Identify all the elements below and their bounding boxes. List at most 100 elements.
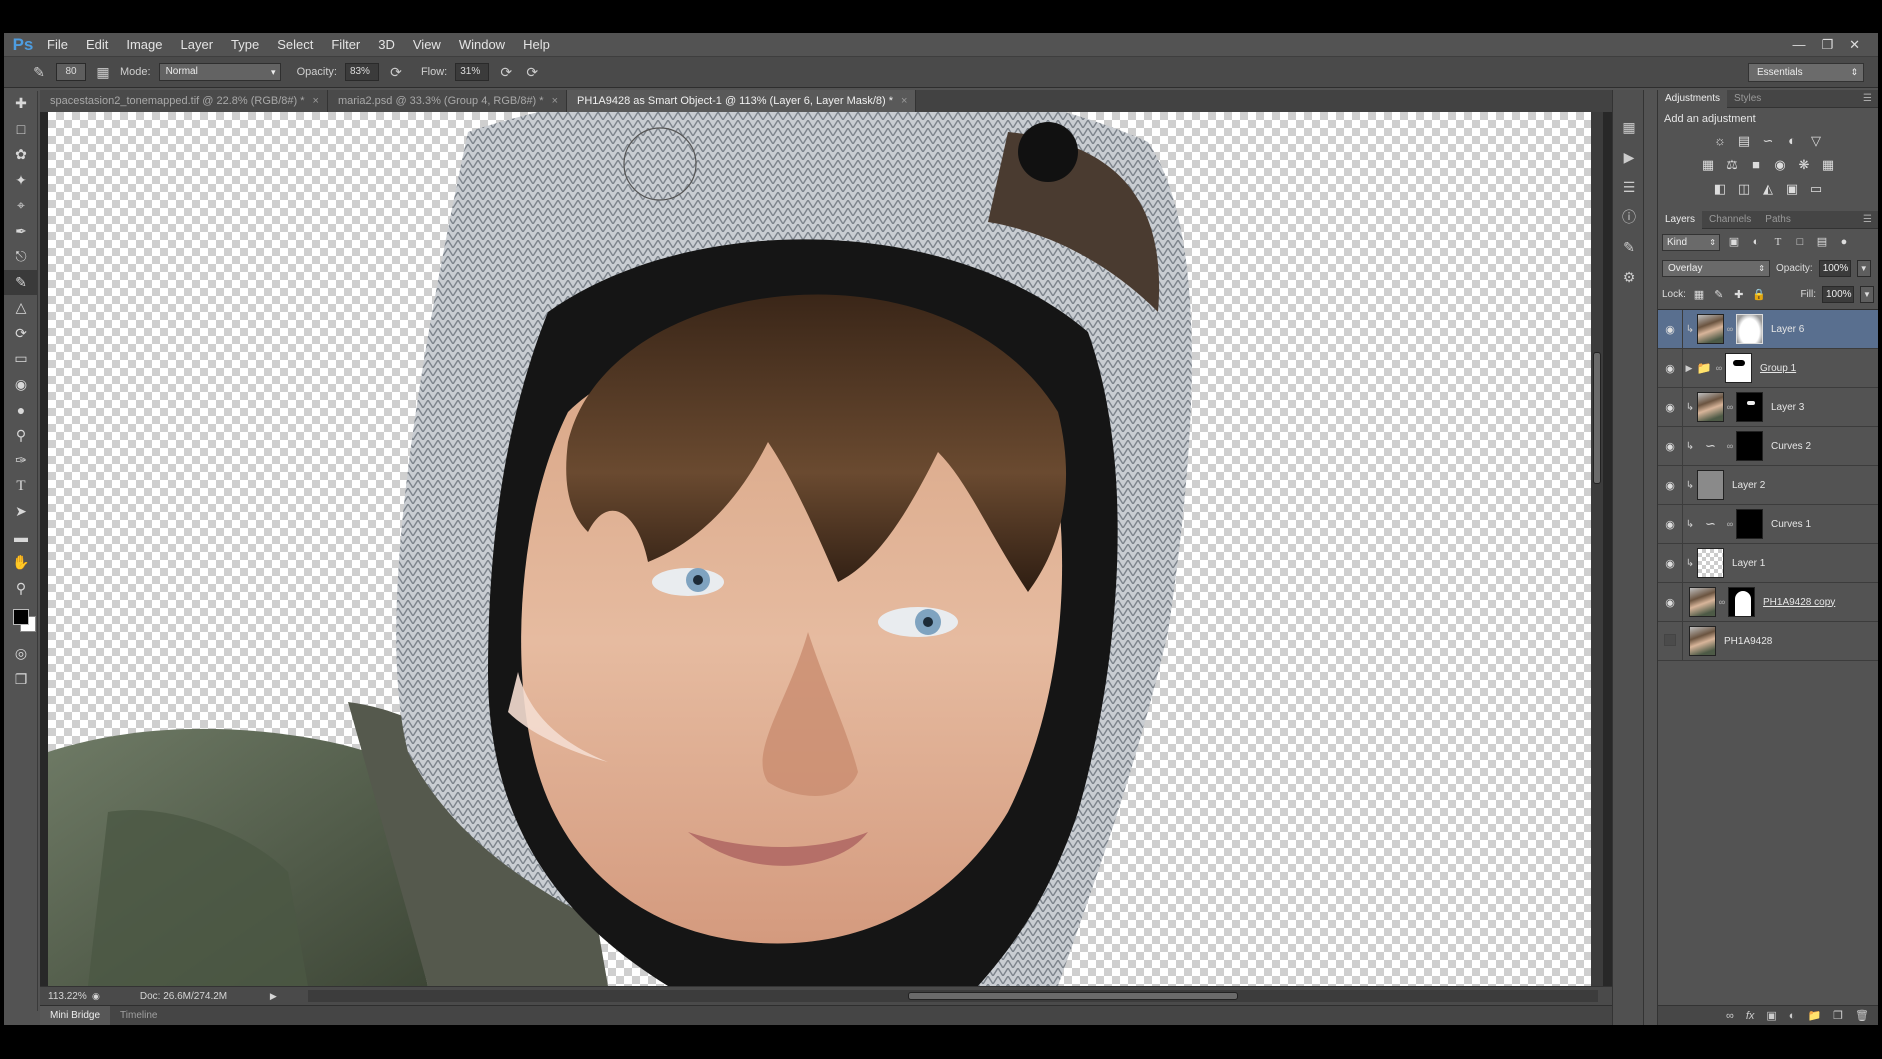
quick-mask-icon[interactable]: ◎ [4, 641, 38, 667]
tab-layers[interactable]: Layers [1658, 210, 1703, 229]
eye-icon[interactable]: ◉ [1658, 362, 1682, 375]
expand-arrow-icon[interactable]: ▶ [1683, 363, 1695, 374]
eraser-icon[interactable]: ▭ [4, 346, 38, 372]
delete-layer-icon[interactable]: 🗑 [1855, 1009, 1869, 1022]
filter-shape-icon[interactable]: □ [1792, 234, 1808, 250]
channel-mixer-icon[interactable]: ❋ [1795, 156, 1813, 174]
filter-toggle-icon[interactable]: ● [1836, 234, 1852, 250]
add-mask-icon[interactable]: ▣ [1766, 1009, 1776, 1022]
layer-name[interactable]: Layer 3 [1771, 402, 1804, 413]
hand-tool-icon[interactable]: ✋ [4, 550, 38, 576]
pressure-size-icon[interactable]: ⟳ [523, 63, 541, 81]
layer-row-layer-3[interactable]: ◉ ↳ ∞ Layer 3 [1658, 387, 1878, 427]
lasso-tool-icon[interactable]: ✿ [4, 142, 38, 168]
brush-panel-icon[interactable]: ▦ [94, 63, 112, 81]
layer-mask-thumbnail[interactable] [1725, 353, 1752, 383]
photo-filter-icon[interactable]: ◉ [1771, 156, 1789, 174]
menu-edit[interactable]: Edit [77, 33, 117, 56]
brush-presets-icon[interactable]: ✎ [1613, 232, 1645, 262]
restore-icon[interactable]: ❐ [1821, 37, 1833, 53]
curves-icon[interactable]: ∽ [1759, 132, 1777, 150]
layer-row-group-1[interactable]: ◉ ▶ 📁 ∞ Group 1 [1658, 348, 1878, 388]
tab-ph1a9428[interactable]: PH1A9428 as Smart Object-1 @ 113% (Layer… [567, 90, 917, 112]
vertical-scroll-thumb[interactable] [1593, 352, 1601, 484]
lock-pixels-icon[interactable]: ✎ [1712, 288, 1726, 301]
link-icon[interactable]: ∞ [1724, 324, 1736, 334]
type-tool-icon[interactable]: T [4, 474, 38, 500]
history-icon[interactable]: ▦ [1613, 112, 1645, 142]
tab-maria2[interactable]: maria2.psd @ 33.3% (Group 4, RGB/8#) * × [327, 90, 567, 112]
layer-name[interactable]: Layer 1 [1732, 558, 1765, 569]
invert-icon[interactable]: ◧ [1711, 180, 1729, 198]
horizontal-scrollbar[interactable] [308, 990, 1598, 1002]
crop-tool-icon[interactable]: ⌖ [4, 193, 38, 219]
link-icon[interactable]: ∞ [1716, 597, 1728, 607]
layer-row-curves-1[interactable]: ◉ ↳ ∽ ∞ Curves 1 [1658, 504, 1878, 544]
eye-icon[interactable]: ◉ [1658, 518, 1682, 531]
pressure-opacity-icon[interactable]: ⟳ [387, 63, 405, 81]
history-brush-icon[interactable]: ⟳ [4, 321, 38, 347]
eye-icon[interactable]: ◉ [1658, 479, 1682, 492]
visibility-toggle[interactable] [1658, 634, 1682, 649]
mode-dropdown[interactable]: Normal [158, 63, 281, 81]
tab-paths[interactable]: Paths [1758, 211, 1798, 229]
tool-presets-icon[interactable]: ⚙ [1613, 262, 1645, 292]
new-group-icon[interactable]: 📁 [1807, 1009, 1821, 1022]
menu-3d[interactable]: 3D [369, 33, 404, 56]
marquee-tool-icon[interactable]: □ [4, 117, 38, 143]
layer-mask-thumbnail[interactable] [1736, 392, 1763, 422]
filter-smart-object-icon[interactable]: ▤ [1814, 234, 1830, 250]
workspace-switcher[interactable]: Essentials [1748, 63, 1864, 82]
layer-mask-thumbnail[interactable] [1736, 314, 1763, 344]
zoom-level[interactable]: 113.22% [40, 991, 92, 1002]
actions-play-icon[interactable]: ▶ [1613, 142, 1645, 172]
minimize-icon[interactable]: — [1792, 37, 1805, 52]
paint-bucket-icon[interactable]: ◉ [4, 372, 38, 398]
screen-mode-icon[interactable]: ❐ [4, 667, 38, 693]
menu-type[interactable]: Type [222, 33, 268, 56]
layer-name[interactable]: PH1A9428 [1724, 636, 1772, 647]
menu-view[interactable]: View [404, 33, 450, 56]
layer-row-layer-2[interactable]: ◉ ↳ Layer 2 [1658, 465, 1878, 505]
menu-window[interactable]: Window [450, 33, 514, 56]
eye-icon[interactable]: ◉ [1658, 323, 1682, 336]
close-icon[interactable]: × [901, 95, 907, 107]
hue-saturation-icon[interactable]: ▦ [1699, 156, 1717, 174]
layer-name[interactable]: Curves 1 [1771, 519, 1811, 530]
shape-tool-icon[interactable]: ▬ [4, 525, 38, 551]
layer-filter-dropdown[interactable]: Kind [1662, 233, 1720, 251]
new-layer-icon[interactable]: ❐ [1833, 1009, 1843, 1022]
menu-layer[interactable]: Layer [172, 33, 223, 56]
blur-tool-icon[interactable]: ● [4, 397, 38, 423]
filter-type-icon[interactable]: T [1770, 234, 1786, 250]
airbrush-icon[interactable]: ⟳ [497, 63, 515, 81]
eye-icon[interactable]: ◉ [1658, 596, 1682, 609]
layer-row-ph1a9428[interactable]: PH1A9428 [1658, 621, 1878, 661]
lock-position-icon[interactable]: ✚ [1732, 288, 1746, 301]
document-canvas[interactable] [48, 112, 1603, 986]
tab-channels[interactable]: Channels [1702, 211, 1758, 229]
link-icon[interactable]: ∞ [1724, 402, 1736, 412]
posterize-icon[interactable]: ◫ [1735, 180, 1753, 198]
link-icon[interactable]: ∞ [1724, 519, 1736, 529]
layer-name[interactable]: Layer 2 [1732, 480, 1765, 491]
exposure-icon[interactable]: ◐ [1783, 132, 1801, 150]
properties-icon[interactable]: ☰ [1613, 172, 1645, 202]
filter-adjustment-icon[interactable]: ◐ [1748, 234, 1764, 250]
brush-size-picker[interactable]: 80 [56, 63, 86, 81]
chevron-down-icon[interactable]: ▼ [1856, 259, 1871, 277]
link-icon[interactable]: ∞ [1724, 441, 1736, 451]
link-icon[interactable]: ∞ [1713, 363, 1725, 373]
clone-stamp-icon[interactable]: △ [4, 295, 38, 321]
chevron-down-icon[interactable]: ▼ [1860, 285, 1874, 303]
brush-tool-icon[interactable]: ✎ [4, 269, 38, 295]
quick-select-icon[interactable]: ✦ [4, 168, 38, 194]
layer-mask-thumbnail[interactable] [1736, 509, 1763, 539]
dodge-tool-icon[interactable]: ⚲ [4, 423, 38, 449]
black-white-icon[interactable]: ■ [1747, 156, 1765, 174]
tab-spacestasion[interactable]: spacestasion2_tonemapped.tif @ 22.8% (RG… [40, 90, 328, 112]
fx-icon[interactable]: fx [1746, 1010, 1755, 1022]
levels-icon[interactable]: ▤ [1735, 132, 1753, 150]
panel-menu-icon[interactable]: ☰ [1863, 93, 1872, 104]
lock-all-icon[interactable]: 🔒 [1752, 288, 1766, 301]
